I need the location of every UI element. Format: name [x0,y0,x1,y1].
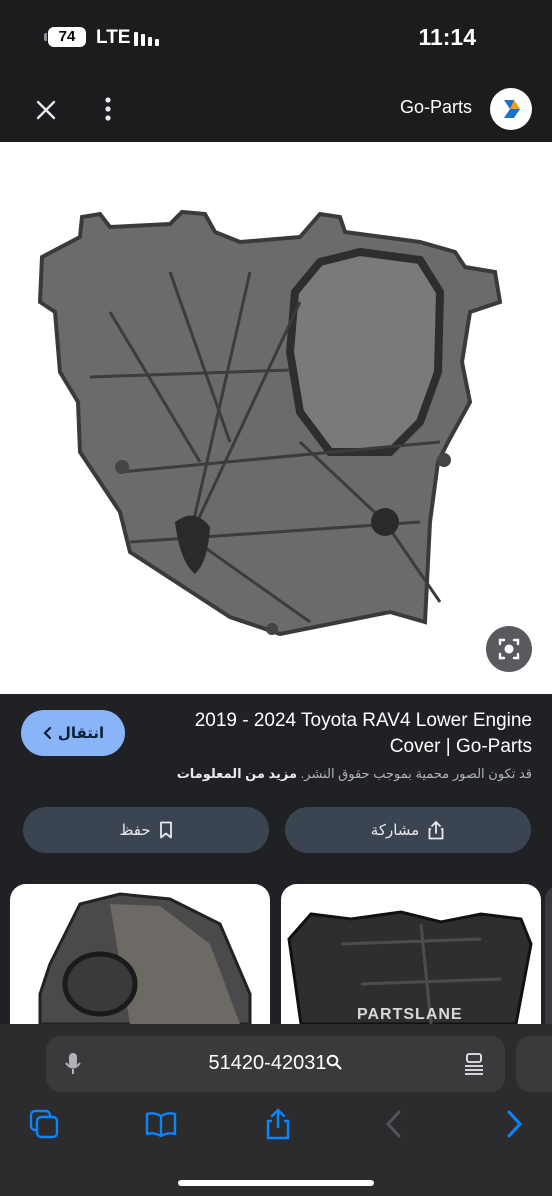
search-icon [327,1054,342,1070]
visit-label: انتقال [57,725,105,742]
battery-indicator: 74 [44,27,86,47]
bookmark-icon [159,821,172,839]
site-name[interactable]: Go-Parts [400,97,472,118]
related-image-3[interactable] [545,884,552,1024]
main-image[interactable] [0,142,552,694]
browser-toolbar: 51420-42031 [0,1024,552,1196]
forward-icon[interactable] [498,1108,530,1140]
next-tab-preview[interactable] [516,1036,552,1092]
clock: 11:14 [418,24,476,50]
go-parts-logo[interactable] [490,88,532,130]
address-value: 51420-42031 [208,1052,327,1074]
save-label: حفظ [119,822,151,839]
save-button[interactable]: حفظ [23,807,269,853]
viewer-header: Go-Parts [0,76,552,142]
bookmarks-icon[interactable] [145,1108,177,1140]
related-image-2[interactable]: PARTSLANE [281,884,541,1024]
home-indicator [178,1180,374,1186]
result-info: انتقال 2019 - 2024 Toyota RAV4 Lower Eng… [0,694,552,1024]
engine-cover-image [37,209,503,637]
status-bar: 74 LTE 11:14 [0,0,552,76]
share-icon [428,820,444,840]
chevron-left-icon [43,726,51,740]
visit-button[interactable]: انتقال [21,710,125,756]
back-icon[interactable] [378,1108,410,1140]
more-vertical-icon[interactable] [98,94,118,124]
share-label: مشاركة [370,822,420,839]
google-lens-icon[interactable] [486,626,532,672]
copyright-notice: قد تكون الصور محمية بموجب حقوق النشر. مز… [20,766,532,782]
tabs-icon[interactable] [28,1108,60,1140]
reader-icon[interactable] [463,1052,485,1076]
address-bar[interactable]: 51420-42031 [46,1036,505,1092]
learn-more-link[interactable]: مزيد من المعلومات [177,766,297,781]
network-type: LTE [96,27,131,48]
share-button[interactable]: مشاركة [285,807,531,853]
close-icon[interactable] [32,96,60,124]
share-icon[interactable] [262,1108,294,1140]
partslane-watermark: PARTSLANE [357,1006,463,1023]
related-image-2-graphic [287,910,533,1024]
copyright-text: قد تكون الصور محمية بموجب حقوق النشر. [300,766,532,781]
related-image-1-graphic [38,892,252,1024]
address-text[interactable]: 51420-42031 [46,1052,505,1075]
related-image-1[interactable] [10,884,270,1024]
signal-icon [134,32,159,46]
result-title[interactable]: 2019 - 2024 Toyota RAV4 Lower Engine Cov… [152,708,532,760]
